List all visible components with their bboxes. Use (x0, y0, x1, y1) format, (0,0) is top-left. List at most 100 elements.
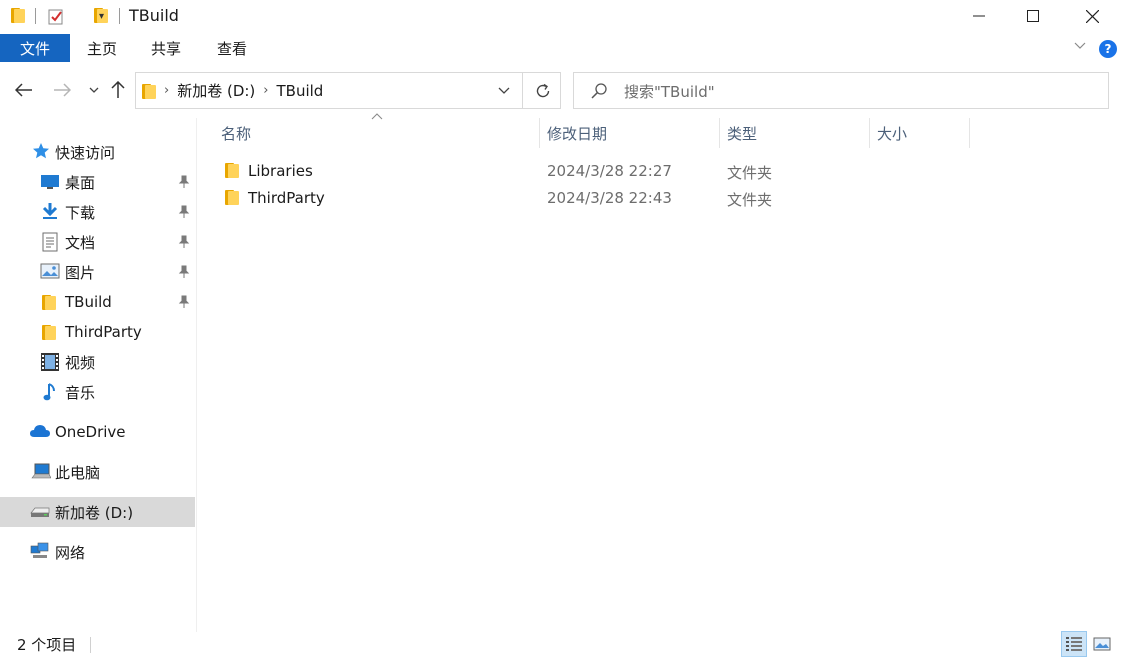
sidebar-item-label: TBuild (65, 293, 112, 311)
sidebar-item-label: 图片 (65, 263, 96, 282)
sidebar-item-label: 下载 (65, 203, 96, 222)
refresh-button[interactable] (524, 73, 561, 108)
file-modified: 2024/3/28 22:43 (547, 189, 672, 207)
up-button[interactable] (106, 78, 130, 102)
pin-icon[interactable] (178, 295, 190, 309)
column-header-modified[interactable]: 修改日期 (547, 118, 719, 148)
address-bar[interactable]: › 新加卷 (D:) › TBuild (135, 72, 561, 109)
file-modified: 2024/3/28 22:27 (547, 162, 672, 180)
video-icon (40, 352, 60, 372)
column-divider[interactable] (969, 118, 970, 148)
address-history-icon[interactable] (494, 81, 514, 101)
sidebar-item-label: ThirdParty (65, 323, 142, 341)
customize-toolbar-icon[interactable]: ▾ (99, 7, 104, 25)
sidebar-item-label: OneDrive (55, 423, 126, 441)
breadcrumb-drive[interactable]: 新加卷 (D:) (177, 80, 255, 101)
file-name: ThirdParty (248, 189, 325, 207)
sidebar-item-label: 此电脑 (55, 463, 101, 482)
file-name: Libraries (248, 162, 313, 180)
status-item-count: 2 个项目 (17, 636, 77, 654)
column-divider[interactable] (539, 118, 540, 148)
document-icon (41, 232, 61, 252)
sidebar-item-tbuild[interactable]: TBuild (0, 287, 195, 317)
network-icon (30, 542, 50, 562)
column-header-type[interactable]: 类型 (727, 118, 869, 148)
sidebar-item-quick-access[interactable]: 快速访问 (0, 137, 195, 167)
breadcrumb-tbuild[interactable]: TBuild (276, 82, 323, 100)
details-view-button[interactable] (1061, 631, 1087, 657)
tab-share[interactable]: 共享 (151, 34, 181, 62)
column-divider[interactable] (719, 118, 720, 148)
sidebar-item-network[interactable]: 网络 (0, 537, 195, 567)
sidebar-item-label: 视频 (65, 353, 96, 372)
pin-icon[interactable] (178, 175, 190, 189)
search-placeholder: 搜索"TBuild" (624, 83, 715, 101)
column-divider[interactable] (869, 118, 870, 148)
sidebar-item-pictures[interactable]: 图片 (0, 257, 195, 287)
title-bar: ▾ TBuild (0, 0, 1126, 32)
folder-icon (42, 324, 62, 344)
music-icon (42, 382, 62, 402)
minimize-button[interactable] (950, 0, 1008, 32)
sidebar-item-label: 新加卷 (D:) (55, 503, 134, 522)
search-input[interactable]: 搜索"TBuild" (573, 72, 1109, 109)
folder-icon (225, 162, 239, 178)
pin-icon[interactable] (178, 205, 190, 219)
sidebar-item-thirdparty[interactable]: ThirdParty (0, 317, 195, 347)
forward-button[interactable] (50, 78, 74, 102)
picture-icon (40, 263, 60, 283)
properties-icon[interactable] (48, 7, 64, 25)
sidebar-item-label: 音乐 (65, 383, 96, 402)
file-type: 文件夹 (727, 164, 773, 182)
sidebar-item-downloads[interactable]: 下载 (0, 197, 195, 227)
sidebar-item-videos[interactable]: 视频 (0, 347, 195, 377)
sidebar-item-documents[interactable]: 文档 (0, 227, 195, 257)
sidebar-item-music[interactable]: 音乐 (0, 377, 195, 407)
sidebar-item-label: 桌面 (65, 173, 96, 192)
column-header-size[interactable]: 大小 (877, 118, 969, 148)
folder-icon[interactable] (11, 7, 25, 23)
tab-home[interactable]: 主页 (87, 34, 117, 62)
folder-icon (142, 83, 156, 99)
sidebar-item-drive-d[interactable]: 新加卷 (D:) (0, 497, 195, 527)
pin-icon[interactable] (178, 235, 190, 249)
maximize-button[interactable] (1004, 0, 1062, 32)
back-button[interactable] (12, 78, 36, 102)
window-title: TBuild (129, 6, 179, 25)
folder-icon (42, 294, 62, 314)
sidebar-item-this-pc[interactable]: 此电脑 (0, 457, 195, 487)
computer-icon (31, 462, 52, 482)
close-button[interactable] (1063, 0, 1121, 32)
desktop-icon (40, 173, 60, 193)
tab-view[interactable]: 查看 (217, 34, 247, 62)
file-row[interactable]: Libraries 2024/3/28 22:27 文件夹 (213, 158, 973, 185)
divider (35, 8, 36, 24)
file-type: 文件夹 (727, 191, 773, 209)
star-icon (32, 142, 52, 162)
chevron-right-icon[interactable]: › (263, 83, 268, 98)
divider (522, 73, 523, 108)
search-icon (590, 82, 608, 100)
sidebar-item-label: 网络 (55, 543, 86, 562)
drive-icon (30, 504, 50, 524)
navigation-pane: 快速访问 桌面 下载 文档 图片 TBuild ThirdParty 视频 音乐… (0, 118, 197, 632)
sidebar-item-onedrive[interactable]: OneDrive (0, 417, 195, 447)
help-icon[interactable]: ? (1099, 40, 1117, 58)
divider (90, 637, 91, 653)
sidebar-item-desktop[interactable]: 桌面 (0, 167, 195, 197)
tab-file[interactable]: 文件 (0, 34, 70, 62)
sidebar-item-label: 文档 (65, 233, 96, 252)
large-icons-view-button[interactable] (1089, 631, 1115, 657)
expand-ribbon-icon[interactable] (1073, 38, 1089, 54)
sidebar-item-label: 快速访问 (55, 143, 116, 162)
ribbon: 文件 主页 共享 查看 ? (0, 34, 1126, 62)
chevron-right-icon[interactable]: › (164, 83, 169, 98)
recent-locations-button[interactable] (82, 78, 106, 102)
pin-icon[interactable] (178, 265, 190, 279)
column-header-name[interactable]: 名称 (221, 118, 539, 148)
divider (119, 8, 120, 24)
cloud-icon (29, 423, 50, 443)
folder-icon (225, 189, 239, 205)
file-row[interactable]: ThirdParty 2024/3/28 22:43 文件夹 (213, 185, 973, 212)
download-icon (40, 202, 60, 222)
